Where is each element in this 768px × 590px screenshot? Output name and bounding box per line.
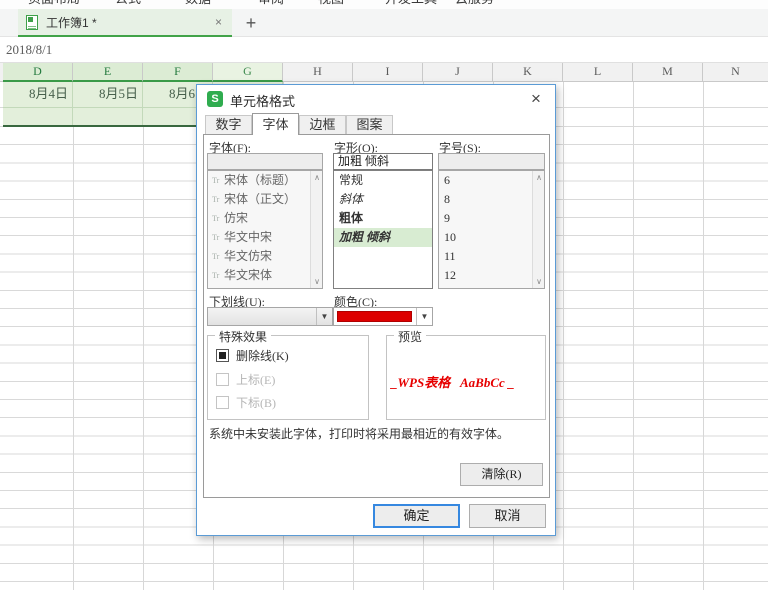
font-tab-panel: 字体(F): 字形(O): 字号(S): 加粗 倾斜 Tr 宋体（标题） Tr 宋体… [203, 134, 550, 498]
document-tab-bar: 工作簿1 * × + [0, 9, 768, 37]
dialog-tab-strip: 数字 字体 边框 图案 [205, 113, 393, 135]
font-list-item[interactable]: Tr 宋体（正文） [208, 190, 322, 209]
formula-bar[interactable]: 2018/8/1 [0, 37, 768, 63]
truetype-icon: Tr [212, 176, 220, 185]
size-item[interactable]: 10 [439, 228, 544, 247]
size-item[interactable]: 6 [439, 171, 544, 190]
cell-format-dialog: S 单元格格式 × 数字 字体 边框 图案 字体(F): 字形(O): 字号(S… [196, 84, 556, 536]
truetype-icon: Tr [212, 195, 220, 204]
size-item[interactable]: 11 [439, 247, 544, 266]
column-header-f[interactable]: F [143, 63, 213, 82]
tab-number[interactable]: 数字 [205, 115, 252, 134]
font-preview-sample: _WPS表格 AaBbCc _ [391, 375, 515, 390]
font-size-input[interactable] [438, 153, 545, 170]
tab-border[interactable]: 边框 [299, 115, 346, 134]
dialog-title-bar[interactable]: S 单元格格式 × [197, 85, 555, 113]
font-list-item[interactable]: Tr 华文宋体 [208, 266, 322, 285]
checkbox-checked-icon[interactable] [216, 348, 229, 362]
cell-e1[interactable]: 8月5日 [73, 82, 143, 107]
ribbon-menu: 页面布局 公式 数据 审阅 视图 开发工具 云服务 [0, 0, 768, 9]
menu-item-page-layout[interactable]: 页面布局 [28, 0, 80, 7]
truetype-icon: Tr [212, 214, 220, 223]
superscript-label: 上标(E) [236, 372, 276, 387]
dropdown-arrow-icon[interactable]: ▼ [316, 308, 332, 325]
column-header-j[interactable]: J [423, 63, 493, 82]
tab-pattern[interactable]: 图案 [346, 115, 393, 134]
font-list[interactable]: Tr 宋体（标题） Tr 宋体（正文） Tr 仿宋 Tr 华文中宋 Tr 华文仿宋 Tr 华… [207, 170, 323, 289]
column-header-m[interactable]: M [633, 63, 703, 82]
column-header-row: D E F G H I J K L M N [0, 63, 768, 82]
dropdown-arrow-icon[interactable]: ▼ [416, 308, 432, 325]
workbook-tab[interactable]: 工作簿1 * × [18, 9, 232, 37]
dialog-title: 单元格格式 [230, 94, 296, 109]
menu-item-cloud[interactable]: 云服务 [455, 0, 494, 7]
size-list-scrollbar[interactable]: ∧ ∨ [532, 171, 544, 288]
column-header-n[interactable]: N [703, 63, 768, 82]
font-style-input[interactable]: 加粗 倾斜 [333, 153, 433, 170]
new-tab-button[interactable]: + [240, 11, 262, 35]
font-list-item[interactable]: Tr 仿宋 [208, 209, 322, 228]
truetype-icon: Tr [212, 233, 220, 242]
truetype-icon: Tr [212, 252, 220, 261]
column-header-g[interactable]: G [213, 63, 283, 82]
preview-legend: 预览 [394, 328, 427, 345]
size-item[interactable]: 12 [439, 266, 544, 285]
workbook-icon [26, 14, 38, 30]
checkbox-icon [216, 395, 229, 409]
checkbox-icon [216, 372, 229, 386]
strikethrough-label: 删除线(K) [236, 348, 289, 363]
truetype-icon: Tr [212, 271, 220, 280]
subscript-option: 下标(B) [216, 395, 276, 410]
column-header-i[interactable]: I [353, 63, 423, 82]
column-header-l[interactable]: L [563, 63, 633, 82]
underline-dropdown[interactable]: ▼ [207, 307, 333, 326]
font-list-scrollbar[interactable]: ∧ ∨ [310, 171, 322, 288]
column-header-k[interactable]: K [493, 63, 563, 82]
strikethrough-option[interactable]: 删除线(K) [216, 348, 289, 363]
clear-button[interactable]: 清除(R) [460, 463, 543, 486]
scroll-up-icon[interactable]: ∧ [533, 173, 544, 182]
superscript-option: 上标(E) [216, 372, 276, 387]
ok-button[interactable]: 确定 [373, 504, 460, 528]
column-header-d[interactable]: D [3, 63, 73, 82]
scroll-down-icon[interactable]: ∨ [533, 277, 544, 286]
dialog-close-icon[interactable]: × [525, 88, 547, 110]
style-item-italic[interactable]: 斜体 [334, 190, 432, 209]
tab-close-icon[interactable]: × [213, 15, 224, 29]
scroll-up-icon[interactable]: ∧ [311, 173, 322, 182]
tab-font[interactable]: 字体 [252, 113, 299, 135]
size-item[interactable]: 8 [439, 190, 544, 209]
subscript-label: 下标(B) [236, 395, 276, 410]
font-name-input[interactable] [207, 153, 323, 170]
menu-item-data[interactable]: 数据 [185, 0, 211, 7]
font-warning-note: 系统中未安装此字体，打印时将采用最相近的有效字体。 [209, 427, 510, 441]
style-item-bold[interactable]: 粗体 [334, 209, 432, 228]
style-item-bold-italic[interactable]: 加粗 倾斜 [334, 228, 432, 247]
color-swatch-red [337, 311, 412, 322]
formula-bar-value: 2018/8/1 [6, 41, 53, 57]
size-item[interactable]: 9 [439, 209, 544, 228]
cancel-button[interactable]: 取消 [469, 504, 546, 528]
special-effects-legend: 特殊效果 [215, 328, 272, 345]
style-item-regular[interactable]: 常规 [334, 171, 432, 190]
font-size-list[interactable]: 6 8 9 10 11 12 ∧ ∨ [438, 170, 545, 289]
column-header-h[interactable]: H [283, 63, 353, 82]
menu-item-formulas[interactable]: 公式 [115, 0, 141, 7]
font-list-item[interactable]: Tr 华文仿宋 [208, 247, 322, 266]
column-header-e[interactable]: E [73, 63, 143, 82]
special-effects-group: 特殊效果 删除线(K) 上标(E) 下标(B) [207, 328, 369, 420]
workbook-tab-label: 工作簿1 * [46, 15, 97, 30]
menu-item-view[interactable]: 视图 [318, 0, 344, 7]
menu-item-dev-tools[interactable]: 开发工具 [385, 0, 437, 7]
font-list-item[interactable]: Tr 华文中宋 [208, 228, 322, 247]
font-style-list[interactable]: 常规 斜体 粗体 加粗 倾斜 [333, 170, 433, 289]
menu-item-review[interactable]: 审阅 [258, 0, 284, 7]
wps-logo-icon: S [207, 91, 223, 107]
font-list-item[interactable]: Tr 宋体（标题） [208, 171, 322, 190]
preview-group: 预览 _WPS表格 AaBbCc _ [386, 328, 546, 420]
scroll-down-icon[interactable]: ∨ [311, 277, 322, 286]
color-dropdown[interactable]: ▼ [333, 307, 433, 326]
cell-d1[interactable]: 8月4日 [3, 82, 73, 107]
